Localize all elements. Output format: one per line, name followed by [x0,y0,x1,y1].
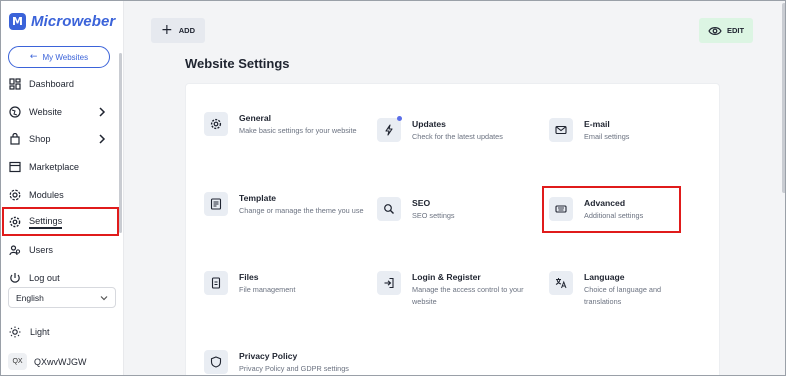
settings-card-files[interactable]: Files File management [204,271,369,296]
sidebar-item-label: Dashboard [29,78,74,89]
settings-card-seo[interactable]: SEO SEO settings [377,197,542,222]
arrow-left-icon: ← [29,52,38,62]
settings-card-login-register[interactable]: Login & Register Manage the access contr… [377,271,537,308]
mail-icon [549,118,573,142]
sidebar: M Microweber ← My Websites Dashboard Web… [1,1,124,375]
logout-icon [9,272,21,284]
plus-icon: + [161,22,173,38]
avatar: QX [8,353,27,370]
edit-button[interactable]: EDIT [699,18,753,43]
sidebar-item-users[interactable]: Users [1,236,121,264]
settings-card-desc: Check for the latest updates [412,132,503,141]
search-icon [377,197,401,221]
shopping-bag-icon [9,133,21,145]
sidebar-nav: Dashboard Website Shop Marketplace Modul… [1,70,121,292]
settings-card-title: Template [239,193,277,203]
settings-card-title: Language [584,272,625,282]
advanced-highlight-box [542,186,681,233]
settings-card-general[interactable]: General Make basic settings for your web… [204,112,369,137]
settings-card-desc: Privacy Policy and GDPR settings [239,364,349,373]
main-scrollbar[interactable] [782,3,785,193]
page-title: Website Settings [185,56,290,71]
sidebar-item-label: Modules [29,189,64,200]
settings-card-desc: File management [239,285,296,294]
settings-card-title: Updates [412,119,446,129]
add-button[interactable]: + ADD [151,18,205,43]
settings-card-updates[interactable]: Updates Check for the latest updates [377,116,542,143]
sidebar-item-label: Shop [29,134,51,145]
user-menu[interactable]: QX QXwvWJGW [8,353,87,370]
settings-card-title: General [239,113,272,123]
sidebar-item-website[interactable]: Website [1,98,121,126]
sidebar-item-marketplace[interactable]: Marketplace [1,153,121,181]
login-icon [377,271,401,295]
settings-card-desc: Email settings [584,132,630,141]
logo-text: Microweber [31,13,116,30]
settings-card-title: Privacy Policy [239,351,298,361]
settings-card-title: E-mail [584,119,610,129]
settings-card-language[interactable]: Language Choice of language and translat… [549,271,684,308]
store-icon [9,161,21,173]
sidebar-item-label: Log out [29,272,60,283]
sidebar-item-shop[interactable]: Shop [1,125,121,153]
app-window: M Microweber ← My Websites Dashboard Web… [0,0,786,376]
sidebar-item-label: Users [29,244,53,255]
settings-card-privacy-policy[interactable]: Privacy Policy Privacy Policy and GDPR s… [204,350,389,375]
settings-card-title: SEO [412,198,431,208]
settings-card-template[interactable]: Template Change or manage the theme you … [204,192,364,217]
language-select[interactable]: English [8,287,116,308]
eye-icon [708,26,722,35]
settings-card-email[interactable]: E-mail Email settings [549,118,714,143]
settings-card-desc: Manage the access control to your websit… [412,285,524,306]
chevron-down-icon [100,296,108,301]
sidebar-scrollbar[interactable] [119,53,122,233]
modules-icon [9,189,21,201]
chevron-right-icon [99,107,106,117]
gear-icon [204,112,228,136]
language-select-value: English [16,292,44,303]
sidebar-item-label: Website [29,106,63,117]
theme-toggle[interactable]: Light [9,326,50,338]
settings-card-desc: Choice of language and translations [584,285,662,306]
settings-card-desc: SEO settings [412,211,455,220]
sidebar-item-modules[interactable]: Modules [1,181,121,209]
add-button-label: ADD [178,26,195,35]
settings-card-desc: Make basic settings for your website [239,126,357,135]
my-websites-button[interactable]: ← My Websites [8,46,110,68]
users-icon [9,244,21,256]
dashboard-icon [9,78,21,90]
chevron-right-icon [99,134,106,144]
sun-icon [9,326,21,338]
sidebar-item-label: Marketplace [29,161,80,172]
logo[interactable]: M Microweber [9,13,115,30]
logo-mark-icon: M [9,13,26,30]
edit-button-label: EDIT [726,26,745,35]
file-icon [204,271,228,295]
sidebar-item-dashboard[interactable]: Dashboard [1,70,121,98]
settings-card-desc: Change or manage the theme you use [239,206,364,215]
my-websites-label: My Websites [42,52,89,62]
globe-icon [9,105,21,118]
bolt-icon [377,116,402,142]
settings-highlight-box [2,207,119,236]
shield-icon [204,350,228,374]
user-name: QXwvWJGW [34,356,87,367]
settings-card-title: Files [239,272,259,282]
translate-icon [549,271,573,295]
notification-dot [397,116,402,121]
theme-label: Light [30,327,50,337]
settings-card-title: Login & Register [412,272,481,282]
template-icon [204,192,228,216]
